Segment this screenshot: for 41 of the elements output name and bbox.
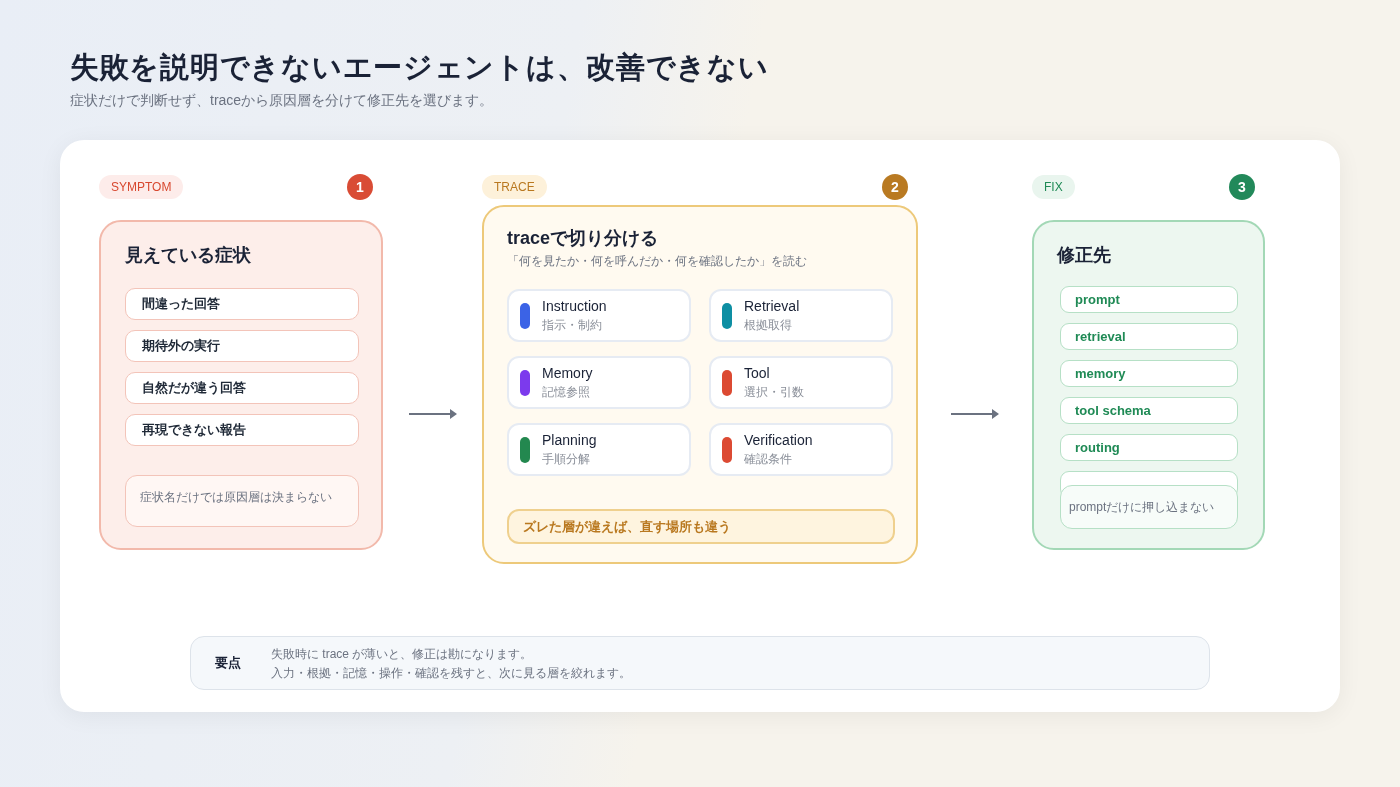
summary-label: 要点 bbox=[214, 654, 242, 673]
arrow-icon bbox=[950, 408, 1000, 420]
layer-description: 確認条件 bbox=[744, 451, 793, 468]
layer-name: Retrieval bbox=[744, 297, 800, 315]
summary-line: 失敗時に trace が薄いと、修正は勘になります。 bbox=[271, 645, 534, 662]
layer-description: 手順分解 bbox=[542, 451, 591, 468]
layer-name: Instruction bbox=[542, 297, 607, 315]
layer-description: 選択・引数 bbox=[744, 384, 804, 401]
layer-name: Verification bbox=[744, 431, 813, 449]
panel-heading: traceで切り分ける bbox=[507, 227, 659, 250]
step-number-badge: 1 bbox=[347, 174, 373, 200]
symptom-item: 自然だが違う回答 bbox=[125, 372, 359, 404]
page-subtitle: 症状だけで判断せず、traceから原因層を分けて修正先を選びます。 bbox=[70, 91, 495, 110]
note-box: promptだけに押し込まない bbox=[1060, 485, 1238, 529]
page-title: 失敗を説明できないエージェントは、改善できない bbox=[70, 50, 770, 85]
layer-name: Tool bbox=[744, 364, 771, 382]
fix-item: memory bbox=[1060, 360, 1238, 387]
callout-box: ズレた層が違えば、直す場所も違う bbox=[507, 509, 895, 544]
fix-item: tool schema bbox=[1060, 397, 1238, 424]
arrow-icon bbox=[407, 408, 458, 420]
fix-item: retrieval bbox=[1060, 323, 1238, 350]
symptom-item: 再現できない報告 bbox=[125, 414, 359, 446]
step-number-badge: 2 bbox=[882, 174, 908, 200]
summary-line: 入力・根拠・記憶・操作・確認を残すと、次に見る層を絞れます。 bbox=[271, 664, 631, 681]
note-box: 症状名だけでは原因層は決まらない bbox=[125, 475, 359, 527]
fix-item: prompt bbox=[1060, 286, 1238, 313]
step-tag: TRACE bbox=[482, 175, 547, 199]
symptom-item: 間違った回答 bbox=[125, 288, 359, 320]
fix-item: routing bbox=[1060, 434, 1238, 461]
step-number-badge: 3 bbox=[1229, 174, 1255, 200]
layer-description: 指示・制約 bbox=[542, 317, 603, 334]
layer-description: 根拠取得 bbox=[744, 317, 793, 334]
panel-heading: 修正先 bbox=[1057, 244, 1111, 267]
panel-heading: 見えている症状 bbox=[125, 244, 251, 267]
step-tag: FIX bbox=[1032, 175, 1075, 199]
symptom-item: 期待外の実行 bbox=[125, 330, 359, 362]
layer-name: Memory bbox=[542, 364, 593, 382]
panel-caption: 「何を見たか・何を呼んだか・何を確認したか」を読む bbox=[507, 253, 807, 270]
step-tag: SYMPTOM bbox=[99, 175, 184, 199]
layer-description: 記憶参照 bbox=[542, 384, 591, 401]
layer-name: Planning bbox=[542, 431, 597, 449]
